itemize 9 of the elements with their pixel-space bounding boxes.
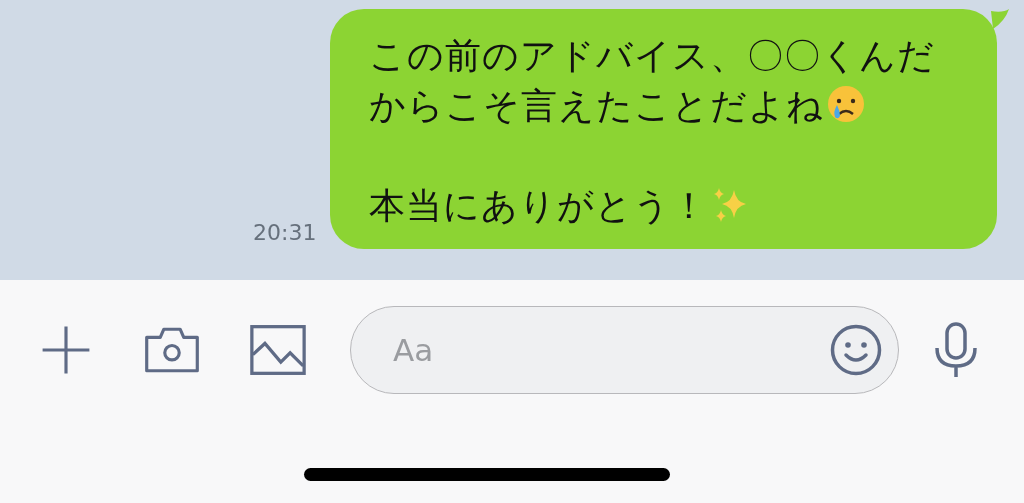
message-field[interactable]: Aa <box>350 306 899 394</box>
emoji-icon[interactable] <box>830 324 882 376</box>
crying-face-icon <box>826 84 867 124</box>
message-text: 本当にありがとう！ <box>369 181 967 231</box>
message-input[interactable]: Aa <box>391 331 830 369</box>
message-text: この前のアドバイス、〇〇くんだからこそ言えたことだよね <box>369 34 937 128</box>
image-icon[interactable] <box>250 323 306 377</box>
message-time: 20:31 <box>253 220 317 245</box>
microphone-icon[interactable] <box>933 322 979 378</box>
